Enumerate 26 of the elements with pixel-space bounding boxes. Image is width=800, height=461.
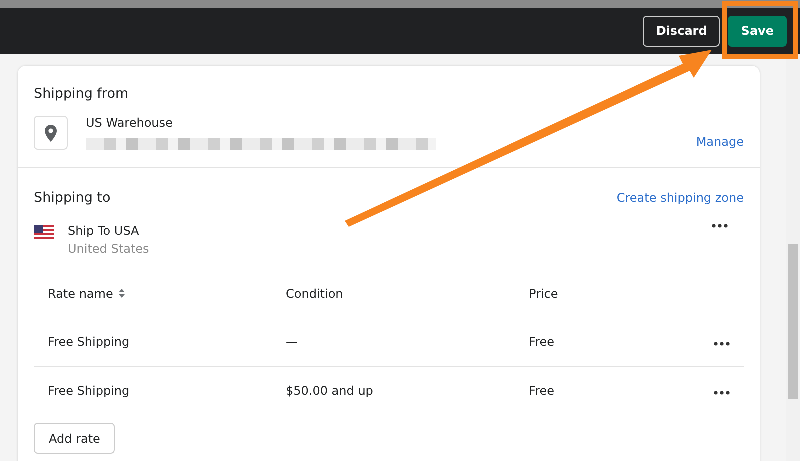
- discard-button[interactable]: Discard: [643, 16, 720, 46]
- table-cell: Free: [515, 366, 644, 415]
- column-header: Price: [528, 286, 560, 303]
- create-zone-link[interactable]: Create shipping zone: [616, 191, 744, 205]
- manage-link[interactable]: Manage: [696, 135, 744, 149]
- column-header: Condition: [285, 286, 344, 303]
- table-cell: Free Shipping: [34, 318, 272, 366]
- location-pin-icon: [34, 116, 68, 150]
- more-icon[interactable]: [714, 391, 730, 395]
- table-cell: Free Shipping: [34, 366, 272, 415]
- sort-icon: [119, 289, 126, 298]
- location-name: US Warehouse: [86, 116, 174, 130]
- add-rate-button[interactable]: Add rate: [34, 423, 116, 454]
- zone-country: United States: [68, 242, 150, 256]
- section-title: Shipping from: [34, 86, 130, 102]
- more-icon[interactable]: [714, 342, 730, 346]
- scrollbar-thumb[interactable]: [788, 244, 798, 399]
- save-button[interactable]: Save: [728, 16, 787, 46]
- zone-name: Ship To USA: [68, 224, 140, 238]
- table-cell: —: [272, 318, 515, 366]
- us-flag-icon: [34, 225, 54, 239]
- table-cell: $50.00 and up: [272, 366, 515, 415]
- table-cell: Free: [515, 318, 644, 366]
- more-icon[interactable]: [712, 224, 728, 228]
- column-header[interactable]: Rate name: [34, 270, 272, 318]
- section-title: Shipping to: [34, 190, 111, 206]
